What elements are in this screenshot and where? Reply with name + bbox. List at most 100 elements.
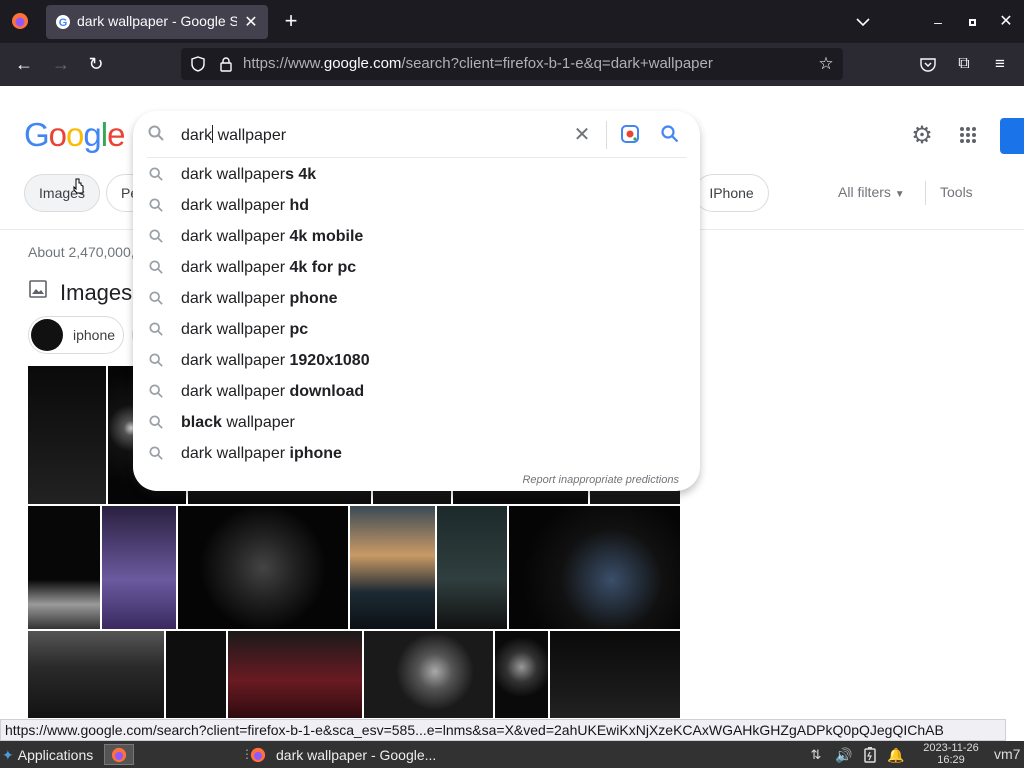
report-predictions-link[interactable]: Report inappropriate predictions xyxy=(522,474,679,486)
suggestion-item[interactable]: black wallpaper xyxy=(133,408,700,439)
image-result[interactable] xyxy=(228,631,362,718)
image-result[interactable] xyxy=(550,631,680,718)
volume-icon[interactable]: 🔊 xyxy=(834,745,854,765)
applications-menu-button[interactable]: ✦ Applications xyxy=(2,745,93,765)
sign-in-button[interactable] xyxy=(1000,118,1024,154)
taskbar-window-button[interactable]: dark wallpaper - Google... xyxy=(250,744,436,766)
google-logo[interactable]: Google xyxy=(24,116,125,154)
suggestion-search-icon xyxy=(149,353,163,372)
suggestion-text: dark wallpaper pc xyxy=(181,321,309,338)
search-input[interactable]: dark wallpaper xyxy=(181,125,286,145)
apps-grid-icon[interactable] xyxy=(956,123,980,147)
filter-chip-iphone[interactable]: iphone xyxy=(28,316,124,354)
image-result[interactable] xyxy=(28,631,164,718)
tab-active[interactable]: G dark wallpaper - Google Search ✕ xyxy=(46,5,268,39)
bookmark-star-icon[interactable]: ☆ xyxy=(817,54,835,73)
back-icon[interactable]: ← xyxy=(14,54,34,74)
google-lens-icon[interactable] xyxy=(619,123,641,145)
image-result[interactable] xyxy=(178,506,348,629)
suggestion-search-icon xyxy=(149,260,163,279)
forward-icon[interactable]: → xyxy=(51,54,71,74)
close-window-icon[interactable]: ✕ xyxy=(996,11,1016,31)
clear-search-icon[interactable]: ✕ xyxy=(571,123,593,146)
suggestion-text: dark wallpaper 4k for pc xyxy=(181,259,357,276)
pocket-icon[interactable] xyxy=(918,54,938,74)
suggestion-item[interactable]: dark wallpaper 1920x1080 xyxy=(133,346,700,377)
suggestion-item[interactable]: dark wallpaper phone xyxy=(133,284,700,315)
firefox-menu-icon[interactable] xyxy=(10,11,30,31)
suggestion-search-icon xyxy=(149,291,163,310)
notification-bell-icon[interactable]: 🔔 xyxy=(886,745,906,765)
page-content: Google ⚙ Images Pe IPhone All filters ▼ … xyxy=(0,86,1024,718)
reload-icon[interactable]: ↻ xyxy=(86,54,106,74)
suggestion-search-icon xyxy=(149,446,163,465)
suggestion-search-icon xyxy=(149,415,163,434)
query-text-before-caret: dark xyxy=(181,127,213,144)
suggestion-item[interactable]: dark wallpaper iphone xyxy=(133,439,700,470)
suggestion-text: dark wallpaper 1920x1080 xyxy=(181,352,370,369)
maximize-icon[interactable] xyxy=(962,12,982,32)
clock[interactable]: 2023-11-26 16:29 xyxy=(916,742,986,766)
settings-gear-icon[interactable]: ⚙ xyxy=(910,122,934,149)
suggestion-text: dark wallpaper download xyxy=(181,383,365,400)
clock-time: 16:29 xyxy=(937,754,965,766)
suggestion-item[interactable]: dark wallpaper hd xyxy=(133,191,700,222)
image-result[interactable] xyxy=(166,631,226,718)
suggestion-text: black wallpaper xyxy=(181,414,295,431)
firefox-window-icon xyxy=(250,747,266,763)
hamburger-menu-icon[interactable]: ≡ xyxy=(990,54,1010,74)
filter-chip-label: iphone xyxy=(73,327,116,343)
all-filters-label: All filters xyxy=(838,184,891,200)
lock-icon[interactable] xyxy=(217,55,235,73)
chip-images[interactable]: Images xyxy=(24,174,100,212)
suggestion-search-icon xyxy=(149,384,163,403)
suggestion-item[interactable]: dark wallpaper 4k mobile xyxy=(133,222,700,253)
divider xyxy=(925,181,926,205)
result-count: About 2,470,000, xyxy=(28,244,135,260)
image-result[interactable] xyxy=(495,631,548,718)
images-heading: Images xyxy=(60,280,133,305)
suggestion-item[interactable]: dark wallpaper pc xyxy=(133,315,700,346)
new-tab-button[interactable]: + xyxy=(280,8,302,33)
suggestion-text: dark wallpaper iphone xyxy=(181,445,342,462)
navigation-bar: ← → ↻ https://www.google.com/search?clie… xyxy=(0,43,1024,86)
suggestion-item[interactable]: dark wallpapers 4k xyxy=(133,160,700,191)
network-icon[interactable]: ⇅ xyxy=(806,745,826,765)
list-tabs-icon[interactable] xyxy=(852,12,874,32)
image-result[interactable] xyxy=(350,506,435,629)
suggestion-text: dark wallpaper phone xyxy=(181,290,338,307)
minimize-icon[interactable]: – xyxy=(928,12,948,32)
search-suggestions-dropdown: dark wallpaper ✕ dark wallpapers 4k dark… xyxy=(133,111,700,491)
suggestion-item[interactable]: dark wallpaper 4k for pc xyxy=(133,253,700,284)
suggestion-item[interactable]: dark wallpaper download xyxy=(133,377,700,408)
close-tab-icon[interactable]: ✕ xyxy=(242,13,260,31)
url-bar[interactable]: https://www.google.com/search?client=fir… xyxy=(181,48,843,80)
suggestion-search-icon xyxy=(149,198,163,217)
query-text-after-caret: wallpaper xyxy=(213,127,287,144)
url-text[interactable]: https://www.google.com/search?client=fir… xyxy=(243,55,713,72)
search-submit-icon[interactable] xyxy=(659,123,681,145)
suggestion-search-icon xyxy=(149,229,163,248)
status-bar-url: https://www.google.com/search?client=fir… xyxy=(0,719,1006,741)
taskbar-window-title: dark wallpaper - Google... xyxy=(276,747,437,763)
extensions-icon[interactable]: ⧉ xyxy=(954,54,974,74)
all-filters-button[interactable]: All filters ▼ xyxy=(838,184,905,200)
image-result[interactable] xyxy=(102,506,176,629)
chip-iphone[interactable]: IPhone xyxy=(694,174,769,212)
image-result[interactable] xyxy=(509,506,680,629)
battery-icon[interactable] xyxy=(860,745,880,765)
image-section-icon xyxy=(29,280,47,298)
taskbar: ✦ Applications ⋮ dark wallpaper - Google… xyxy=(0,741,1024,768)
dropdown-arrow-icon: ▼ xyxy=(894,189,905,200)
search-icon xyxy=(147,124,165,142)
dropdown-divider xyxy=(147,157,687,158)
image-result[interactable] xyxy=(28,506,100,629)
suggestion-search-icon xyxy=(149,167,163,186)
tracking-protection-icon[interactable] xyxy=(189,55,207,73)
image-result[interactable] xyxy=(28,366,106,504)
image-result[interactable] xyxy=(437,506,507,629)
suggestion-text: dark wallpaper 4k mobile xyxy=(181,228,364,245)
tools-button[interactable]: Tools xyxy=(940,184,973,200)
firefox-launcher-icon[interactable] xyxy=(104,744,134,765)
image-result[interactable] xyxy=(364,631,493,718)
